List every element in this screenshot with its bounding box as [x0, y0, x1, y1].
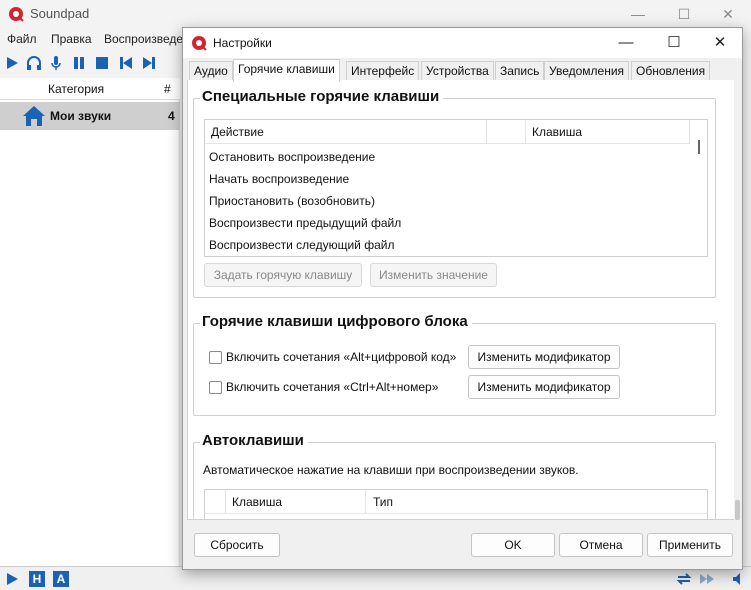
column-separator[interactable]: [365, 490, 366, 514]
tab-hotkeys[interactable]: Горячие клавиши: [233, 59, 340, 82]
main-titlebar: Soundpad — ☐ ✕: [0, 0, 751, 28]
pause-icon[interactable]: [71, 55, 87, 71]
settings-dialog: Настройки — ☐ ✕ Аудио Горячие клавиши Ин…: [182, 27, 743, 570]
soundpad-logo-icon: [9, 7, 24, 22]
special-hotkeys-group: Специальные горячие клавиши Действие Кла…: [193, 88, 716, 298]
alt-numcode-label[interactable]: Включить сочетания «Alt+цифровой код»: [226, 350, 456, 364]
forward-icon[interactable]: [699, 571, 715, 587]
action-column-header[interactable]: Действие: [211, 125, 264, 139]
tab-recording[interactable]: Запись: [495, 61, 545, 81]
numpad-hotkeys-group: Горячие клавиши цифрового блока Включить…: [193, 313, 716, 416]
ctrl-alt-number-checkbox[interactable]: [209, 381, 222, 394]
tab-devices[interactable]: Устройства: [421, 61, 494, 81]
change-modifier-button-1[interactable]: Изменить модификатор: [468, 345, 620, 369]
h-icon[interactable]: H: [29, 571, 45, 587]
list-item[interactable]: Воспроизвести следующий файл: [209, 238, 394, 252]
list-item[interactable]: Воспроизвести предыдущий файл: [209, 216, 401, 230]
next-icon[interactable]: [141, 55, 157, 71]
main-window-title: Soundpad: [30, 6, 90, 21]
previous-icon[interactable]: [118, 55, 134, 71]
special-hotkeys-title: Специальные горячие клавиши: [200, 88, 444, 105]
list-item[interactable]: Начать воспроизведение: [209, 172, 349, 186]
special-hotkeys-header: Действие Клавиша: [205, 120, 707, 144]
column-separator[interactable]: [525, 120, 526, 144]
repeat-icon[interactable]: [676, 571, 692, 587]
dialog-maximize-button[interactable]: ☐: [651, 30, 697, 56]
category-count: 4: [168, 109, 175, 123]
numpad-hotkeys-title: Горячие клавиши цифрового блока: [200, 313, 472, 330]
volume-icon[interactable]: [732, 571, 748, 587]
change-modifier-button-2[interactable]: Изменить модификатор: [468, 375, 620, 399]
ctrl-alt-number-label[interactable]: Включить сочетания «Ctrl+Alt+номер»: [226, 380, 438, 394]
tab-notifications[interactable]: Уведомления: [544, 61, 630, 81]
menu-file[interactable]: Файл: [7, 32, 37, 46]
home-icon: [23, 106, 45, 126]
column-separator[interactable]: [486, 120, 487, 144]
a-icon[interactable]: A: [53, 571, 69, 587]
panel-scrollbar-thumb[interactable]: [735, 500, 740, 520]
list-item[interactable]: Остановить воспроизведение: [209, 150, 375, 164]
set-hotkey-button[interactable]: Задать горячую клавишу: [204, 263, 362, 287]
category-table-header: Категория #: [0, 78, 180, 100]
autokeys-header: Клавиша Тип: [205, 490, 707, 514]
autokeys-group: Автоклавиши Автоматическое нажатие на кл…: [193, 432, 716, 519]
count-column-header[interactable]: #: [164, 82, 171, 96]
category-column-header[interactable]: Категория: [48, 82, 104, 96]
main-close-button[interactable]: ✕: [708, 3, 748, 25]
alt-numcode-checkbox[interactable]: [209, 351, 222, 364]
autokey-type-column-header[interactable]: Тип: [373, 495, 393, 509]
dialog-close-button[interactable]: ✕: [697, 30, 743, 56]
tab-interface[interactable]: Интерфейс: [346, 61, 420, 81]
cancel-button[interactable]: Отмена: [559, 533, 643, 557]
column-separator[interactable]: [225, 490, 226, 514]
apply-button[interactable]: Применить: [647, 533, 733, 557]
autokey-key-column-header[interactable]: Клавиша: [232, 495, 282, 509]
list-scrollbar[interactable]: [690, 120, 707, 256]
menu-edit[interactable]: Правка: [51, 32, 92, 46]
dialog-minimize-button[interactable]: —: [603, 30, 649, 56]
microphone-icon[interactable]: [48, 55, 64, 71]
main-maximize-button[interactable]: ☐: [664, 3, 704, 25]
list-item[interactable]: Приостановить (возобновить): [209, 194, 375, 208]
autokeys-description: Автоматическое нажатие на клавиши при во…: [203, 463, 579, 477]
key-column-header[interactable]: Клавиша: [532, 125, 582, 139]
reset-button[interactable]: Сбросить: [194, 533, 280, 557]
play-icon[interactable]: [4, 55, 20, 71]
scrollbar-thumb[interactable]: [698, 140, 700, 154]
special-hotkeys-list[interactable]: Действие Клавиша Остановить воспроизведе…: [204, 119, 708, 257]
tab-updates[interactable]: Обновления: [631, 61, 711, 81]
category-panel: Категория # Мои звуки 4: [0, 78, 180, 566]
menu-playback[interactable]: Воспроизведе: [104, 32, 183, 46]
panel-scrollbar[interactable]: [734, 80, 742, 520]
category-label: Мои звуки: [50, 109, 112, 123]
autokeys-list[interactable]: Клавиша Тип: [204, 489, 708, 519]
ok-button[interactable]: OK: [471, 533, 555, 557]
dialog-titlebar: Настройки — ☐ ✕: [183, 28, 742, 58]
autokeys-title: Автоклавиши: [200, 432, 308, 449]
hotkeys-tab-panel: Специальные горячие клавиши Действие Кла…: [187, 80, 739, 520]
stop-icon[interactable]: [94, 55, 110, 71]
settings-tabs: Аудио Горячие клавиши Интерфейс Устройст…: [187, 59, 739, 82]
soundpad-logo-icon: [192, 36, 207, 51]
dialog-title: Настройки: [213, 36, 272, 50]
category-row[interactable]: Мои звуки 4: [0, 102, 180, 130]
tab-audio[interactable]: Аудио: [189, 61, 233, 81]
change-value-button[interactable]: Изменить значение: [370, 263, 497, 287]
play-icon[interactable]: [4, 571, 20, 587]
headphones-icon[interactable]: [26, 55, 42, 71]
main-minimize-button[interactable]: —: [618, 3, 658, 25]
